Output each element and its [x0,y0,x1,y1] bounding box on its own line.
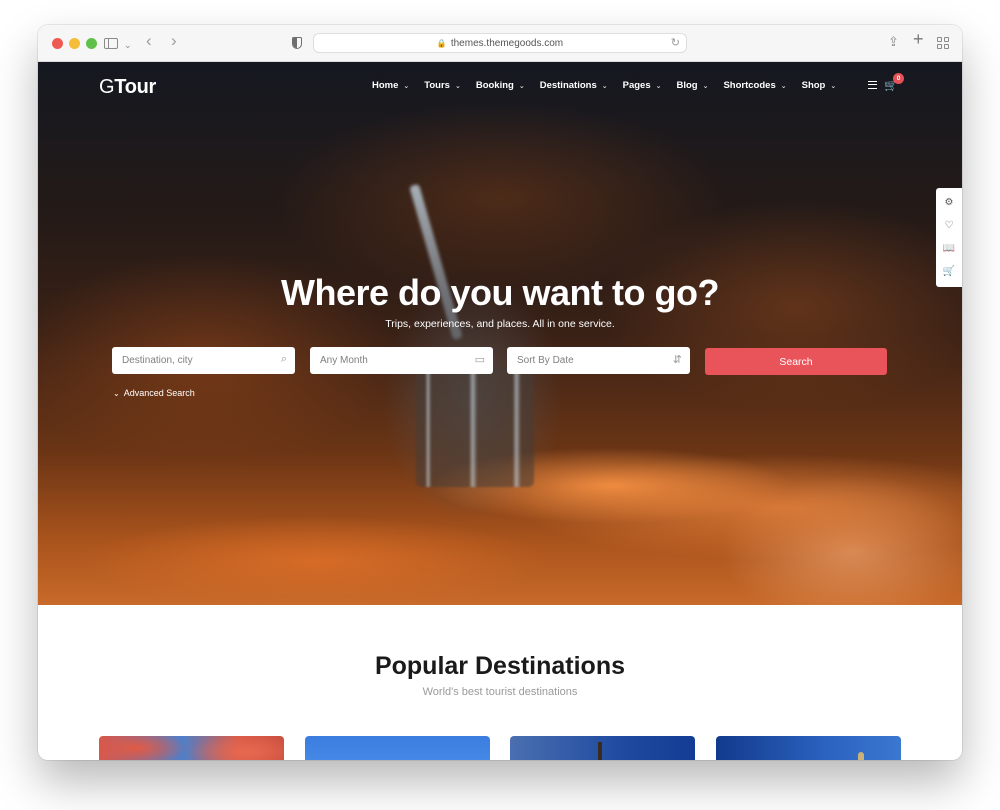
menu-item-shortcodes[interactable]: Shortcodes ⌄ [723,80,786,91]
chevron-down-icon: ⌄ [830,82,837,90]
destination-input[interactable]: Destination, city ⌕ [112,347,295,374]
sort-value: Sort By Date [517,355,574,366]
forward-button[interactable]: › [171,32,177,50]
menu-label: Destinations [539,80,597,91]
menu-item-shop[interactable]: Shop ⌄ [802,80,837,91]
site-header: GTour Home ⌄ Tours ⌄ Booking ⌄ Destinations… [38,62,962,112]
chevron-down-icon: ⌄ [454,82,461,90]
section-subtitle: World's best tourist destinations [422,686,578,698]
address-bar[interactable]: 🔒 themes.themegoods.com ↻ [313,33,687,53]
site-logo[interactable]: GTour [99,76,156,99]
minimize-window-button[interactable] [69,38,80,49]
menu-label: Home [372,80,399,91]
hero-background-waterfall [409,183,463,341]
destination-card[interactable] [510,736,695,760]
menu-label: Booking [475,80,514,91]
popular-destinations-section: Popular Destinations World's best touris… [38,605,962,760]
destination-card[interactable] [716,736,901,760]
main-menu: Home ⌄ Tours ⌄ Booking ⌄ Destinations ⌄ Page… [372,80,851,91]
menu-item-tours[interactable]: Tours ⌄ [424,80,461,91]
hero-subtitle: Trips, experiences, and places. All in o… [385,318,615,330]
window-controls [52,38,97,49]
menu-item-booking[interactable]: Booking ⌄ [476,80,525,91]
menu-item-pages[interactable]: Pages ⌄ [623,80,662,91]
calendar-icon: ▭ [474,354,485,366]
advanced-search-label: Advanced Search [123,388,195,398]
destination-card[interactable] [99,736,284,760]
search-button[interactable]: Search [705,348,887,375]
search-icon: ⌕ [280,353,287,365]
new-tab-button[interactable]: + [913,30,924,48]
lock-icon: 🔒 [436,38,447,48]
advanced-search-toggle[interactable]: ⌄ Advanced Search [113,388,195,398]
sidebar-icon[interactable] [104,38,118,49]
hero-section: GTour Home ⌄ Tours ⌄ Booking ⌄ Destinations… [38,62,962,605]
cart-count-badge: 0 [893,73,904,84]
destination-card[interactable] [305,736,490,760]
url-text: themes.themegoods.com [450,37,564,49]
logo-g: G [99,76,115,98]
reload-icon[interactable]: ↻ [671,36,680,49]
close-window-button[interactable] [52,38,63,49]
hero-title: Where do you want to go? [281,272,719,313]
month-value: Any Month [320,355,368,366]
menu-item-home[interactable]: Home ⌄ [372,80,409,91]
chevron-down-icon: ⌄ [601,82,608,90]
menu-label: Shop [801,80,826,91]
back-button[interactable]: ‹ [146,32,152,50]
section-title: Popular Destinations [374,652,626,680]
sort-arrows-icon: ⇵ [672,354,682,366]
zoom-window-button[interactable] [86,38,97,49]
settings-gear-icon[interactable]: ⚙ [945,197,954,209]
shield-icon[interactable] [292,37,302,49]
documentation-book-icon[interactable]: 📖 [943,243,955,255]
menu-item-destinations[interactable]: Destinations ⌄ [540,80,608,91]
sort-select[interactable]: Sort By Date ⇵ [507,347,690,374]
chevron-down-icon: ⌄ [702,82,709,90]
wishlist-heart-icon[interactable]: ♡ [945,220,954,232]
chevron-down-icon: ⌄ [655,82,662,90]
chevron-down-icon[interactable]: ⌄ [124,36,132,54]
logo-text: Tour [114,76,157,98]
menu-label: Tours [424,80,450,91]
menu-label: Blog [676,80,698,91]
share-icon[interactable]: ⇪ [888,33,899,51]
tab-overview-icon[interactable] [937,37,949,49]
chevron-down-icon: ⌄ [780,82,787,90]
hero-background-falls [416,367,534,487]
month-select[interactable]: Any Month ▭ [310,347,493,374]
chevron-down-icon: ⌄ [113,388,120,398]
menu-label: Shortcodes [723,80,776,91]
chevron-down-icon: ⌄ [403,82,410,90]
browser-toolbar: ⌄ ‹ › 🔒 themes.themegoods.com ↻ ⇪ + [38,25,962,62]
chevron-down-icon: ⌄ [518,82,525,90]
browser-window: ⌄ ‹ › 🔒 themes.themegoods.com ↻ ⇪ + GTou… [38,25,962,760]
hamburger-menu-icon[interactable] [868,81,877,89]
menu-item-blog[interactable]: Blog ⌄ [676,80,708,91]
destination-placeholder: Destination, city [122,355,193,366]
menu-label: Pages [622,80,651,91]
